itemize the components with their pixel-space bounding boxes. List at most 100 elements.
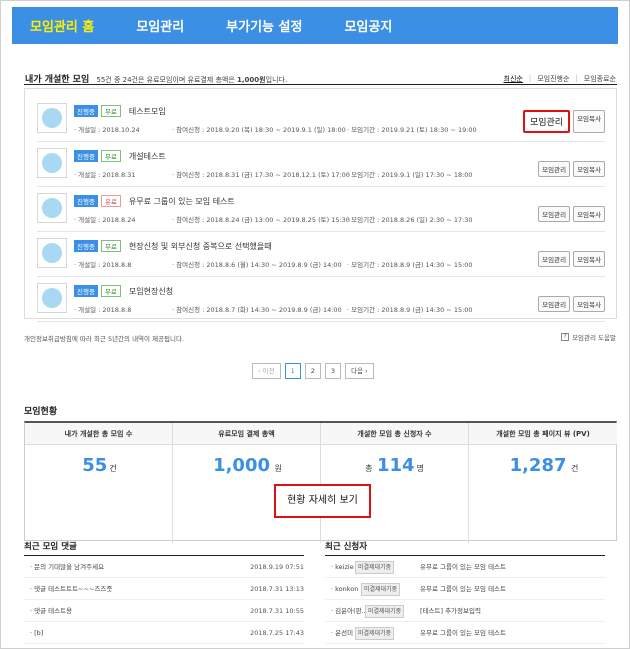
- applicants-title: 최근 신청자: [325, 542, 368, 552]
- summary-amount: 1,000원: [237, 76, 266, 84]
- applicant-item[interactable]: · konkon 미결제대기중 유무료 그룹이 있는 모임 테스트: [325, 578, 605, 600]
- copy-event-button[interactable]: 모임복사: [573, 161, 605, 177]
- event-list: 진행중 무료 테스트모임 · 개설일 : 2018.10.24 · 참여신청 : 201…: [24, 88, 617, 322]
- applicant-name: · keizie: [331, 563, 354, 571]
- stat-prefix: 총: [365, 464, 373, 473]
- event-actions: 모임관리 모임복사: [538, 296, 605, 312]
- comment-date: 2018.9.19 07:51: [250, 563, 304, 571]
- event-period: · 모임기간 : 2019.9.1 (일) 17:30 ~ 18:00: [347, 171, 473, 179]
- top-nav: 모임관리 홈 모임관리 부가기능 설정 모임공지: [12, 7, 618, 44]
- event-row: 진행중 무료 모임현장신청 · 개설일 : 2018.8.8 · 참여신청 : 2018…: [37, 277, 605, 322]
- comment-item[interactable]: · [b] 2018.7.25 17:43: [24, 622, 304, 644]
- applicant-event: 유무료 그룹이 있는 모임 테스트: [420, 563, 507, 571]
- applicant-event: 유무료 그룹이 있는 모임 테스트: [420, 629, 507, 637]
- event-row: 진행중 무료 개설테스트 · 개설일 : 2018.8.31 · 참여신청 : 2018…: [37, 142, 605, 187]
- manage-event-button[interactable]: 모임관리: [538, 206, 571, 222]
- type-badge: 유료: [100, 195, 121, 207]
- tab-manage[interactable]: 모임관리: [136, 16, 184, 35]
- stat-number: 114: [376, 455, 415, 476]
- help-link[interactable]: ? 모임관리 도움말: [561, 332, 616, 342]
- stat-unit: 명: [416, 464, 424, 473]
- stat-number: 1,000: [213, 455, 270, 476]
- next-page-button[interactable]: 다음 ›: [345, 363, 374, 379]
- event-actions: 모임관리 모임복사: [538, 161, 605, 177]
- page-3-button[interactable]: 3: [324, 363, 342, 379]
- comment-item[interactable]: · 문의 기대많을 남겨주세요 2018.9.19 07:51: [24, 556, 304, 578]
- prev-page-button[interactable]: ‹ 이전: [252, 363, 281, 379]
- applicant-name: · 김윤아(판...: [331, 607, 368, 615]
- event-badges: 진행중 무료 모임현장신청: [74, 285, 173, 297]
- page-2-button[interactable]: 2: [304, 363, 321, 379]
- sort-divider: |: [528, 74, 532, 82]
- stat-number: 1,287: [509, 455, 567, 476]
- stat-applicants: 개설한 모임 총 신청자 수 총 114 명: [321, 423, 469, 543]
- manage-event-button[interactable]: 모임관리: [522, 110, 571, 133]
- stat-paid-total: 유료모임 결제 총액 1,000 원: [173, 423, 321, 543]
- sort-ended[interactable]: 모임종료순: [584, 74, 616, 84]
- manage-event-button[interactable]: 모임관리: [538, 161, 571, 177]
- applicant-item[interactable]: · 윤선미 미결제대기중 유무료 그룹이 있는 모임 테스트: [325, 622, 605, 644]
- pagination: ‹ 이전 1 2 3 다음 ›: [252, 363, 374, 379]
- event-actions: 모임관리 모임복사: [538, 206, 605, 222]
- event-actions: 모임관리 모임복사: [522, 110, 605, 133]
- event-title[interactable]: 유무료 그룹이 있는 모임 테스트: [129, 196, 235, 207]
- event-opened-date: · 개설일 : 2018.8.8: [74, 306, 132, 314]
- comment-text: · 댓글 테스트트트~~~즈즈줏: [30, 585, 113, 593]
- event-opened-date: · 개설일 : 2018.8.24: [74, 216, 136, 224]
- event-thumbnail[interactable]: [37, 283, 67, 313]
- stats-detail-button[interactable]: 현황 자세히 보기: [274, 484, 371, 518]
- applicant-item[interactable]: · 김윤아(판... 미결제대기중 [테스트] 추가정보입력: [325, 600, 605, 622]
- status-badge: 진행중: [74, 105, 98, 117]
- tab-notice[interactable]: 모임공지: [344, 16, 392, 35]
- comment-text: · [b]: [30, 629, 44, 637]
- comment-item[interactable]: · 댓글 테스트용 2018.7.31 10:55: [24, 600, 304, 622]
- event-opened-date: · 개설일 : 2018.10.24: [74, 126, 140, 134]
- event-title[interactable]: 테스트모임: [129, 106, 166, 117]
- copy-event-button[interactable]: 모임복사: [573, 206, 605, 222]
- event-title[interactable]: 현장신청 및 외부신청 중복으로 선택했을때: [129, 241, 272, 252]
- event-row: 진행중 유료 유무료 그룹이 있는 모임 테스트 · 개설일 : 2018.8.24 ·…: [37, 187, 605, 232]
- copy-event-button[interactable]: 모임복사: [573, 251, 605, 267]
- stat-head: 내가 개설한 총 모임 수: [25, 423, 172, 445]
- comment-text: · 댓글 테스트용: [30, 607, 73, 615]
- stat-unit: 건: [109, 464, 117, 473]
- summary-suffix: 입니다.: [265, 76, 288, 84]
- payment-status-tag: 미결제대기중: [361, 583, 401, 596]
- applicant-item[interactable]: · keizie 미결제대기중 유무료 그룹이 있는 모임 테스트: [325, 556, 605, 578]
- event-apply-period: · 참여신청 : 2018.8.7 (화) 14:30 ~ 2019.8.9 (…: [172, 306, 342, 314]
- sort-options: 최신순 | 모임진행순 | 모임종료순: [504, 74, 616, 84]
- sort-divider: |: [575, 74, 578, 82]
- question-icon: ?: [561, 333, 570, 341]
- section-divider: [24, 84, 617, 85]
- event-thumbnail[interactable]: [37, 148, 67, 178]
- status-badge: 진행중: [74, 285, 98, 297]
- applicant-name: · 윤선미: [331, 629, 354, 637]
- manage-event-button[interactable]: 모임관리: [538, 296, 571, 312]
- event-row: 진행중 무료 현장신청 및 외부신청 중복으로 선택했을때 · 개설일 : 2018.…: [37, 232, 605, 277]
- event-opened-date: · 개설일 : 2018.8.31: [74, 171, 136, 179]
- stat-value: 1,287 건: [469, 455, 617, 476]
- payment-status-tag: 미결제대기중: [355, 627, 395, 640]
- tab-home[interactable]: 모임관리 홈: [30, 16, 94, 35]
- tab-addons[interactable]: 부가기능 설정: [226, 16, 302, 35]
- comment-date: 2018.7.31 10:55: [250, 607, 304, 615]
- event-row: 진행중 무료 테스트모임 · 개설일 : 2018.10.24 · 참여신청 : 201…: [37, 97, 605, 142]
- sort-latest[interactable]: 최신순: [504, 74, 523, 84]
- event-thumbnail[interactable]: [37, 103, 67, 133]
- copy-event-button[interactable]: 모임복사: [573, 296, 605, 312]
- manage-event-button[interactable]: 모임관리: [538, 251, 571, 267]
- stats-title: 모임현황: [24, 407, 58, 417]
- event-thumbnail[interactable]: [37, 238, 67, 268]
- stat-pageviews: 개설한 모임 총 페이지 뷰 (PV) 1,287 건: [469, 423, 617, 543]
- copy-event-button[interactable]: 모임복사: [573, 110, 605, 133]
- event-thumbnail[interactable]: [37, 193, 67, 223]
- event-period: · 모임기간 : 2018.8.9 (금) 14:30 ~ 15:00: [347, 261, 473, 269]
- sort-in-progress[interactable]: 모임진행순: [537, 74, 569, 84]
- stat-value: 1,000 원: [173, 455, 320, 476]
- event-title[interactable]: 모임현장신청: [129, 286, 173, 297]
- event-title[interactable]: 개설테스트: [129, 151, 166, 162]
- comment-item[interactable]: · 댓글 테스트트트~~~즈즈줏 2018.7.31 13:13: [24, 578, 304, 600]
- type-badge: 무료: [100, 240, 121, 252]
- page-1-button[interactable]: 1: [284, 363, 301, 379]
- event-period: · 모임기간 : 2018.8.26 (일) 2:30 ~ 17:30: [347, 216, 473, 224]
